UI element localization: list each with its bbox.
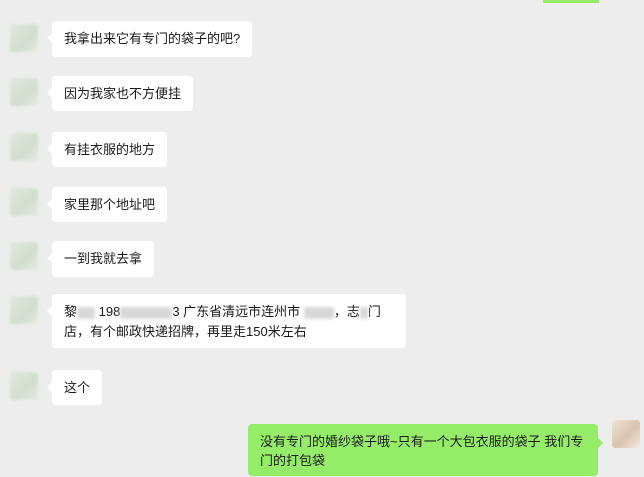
message-text: 我拿出来它有专门的袋子的吧?	[64, 31, 241, 46]
message-text: 因为我家也不方便挂	[64, 86, 182, 101]
message-bubble[interactable]: 这个	[47, 370, 102, 405]
message-bubble[interactable]: 有挂衣服的地方	[47, 132, 167, 167]
message-text: 有挂衣服的地方	[64, 142, 156, 157]
contact-avatar[interactable]	[10, 296, 38, 324]
contact-avatar[interactable]	[10, 78, 38, 106]
my-message-text: 没有专门的婚纱袋子哦~只有一个大包衣服的袋子 我们专门的打包袋	[260, 434, 584, 468]
message-bubble[interactable]: 一到我就去拿	[47, 241, 154, 277]
contact-avatar[interactable]	[10, 133, 38, 161]
message-text: 一到我就去拿	[64, 251, 143, 266]
message-bubble[interactable]: 家里那个地址吧	[47, 187, 167, 222]
redacted-block	[303, 306, 334, 319]
my-message-bubble[interactable]: 没有专门的婚纱袋子哦~只有一个大包衣服的袋子 我们专门的打包袋	[248, 424, 603, 476]
message-bubble[interactable]: 我拿出来它有专门的袋子的吧?	[47, 21, 252, 57]
address-message-bubble[interactable]: 黎 198 3 广东省清远市连州市 ，志门 店，有个邮政快递招牌，再里走150米左…	[47, 294, 406, 348]
redacted-block	[359, 306, 368, 319]
my-avatar[interactable]	[612, 420, 640, 448]
contact-avatar[interactable]	[10, 188, 38, 216]
redacted-block	[77, 306, 96, 319]
address-line-2: 店，有个邮政快递招牌，再里走150米左右	[64, 324, 307, 339]
contact-avatar[interactable]	[10, 242, 38, 270]
redacted-block	[120, 306, 173, 319]
message-text: 这个	[64, 380, 91, 395]
address-line-1: 黎 198 3 广东省清远市连州市 ，志门	[64, 304, 381, 319]
previous-message-bubble-edge	[543, 0, 599, 3]
contact-avatar[interactable]	[10, 24, 38, 52]
message-bubble[interactable]: 因为我家也不方便挂	[47, 76, 193, 111]
message-text: 家里那个地址吧	[64, 197, 156, 212]
contact-avatar[interactable]	[10, 372, 38, 400]
